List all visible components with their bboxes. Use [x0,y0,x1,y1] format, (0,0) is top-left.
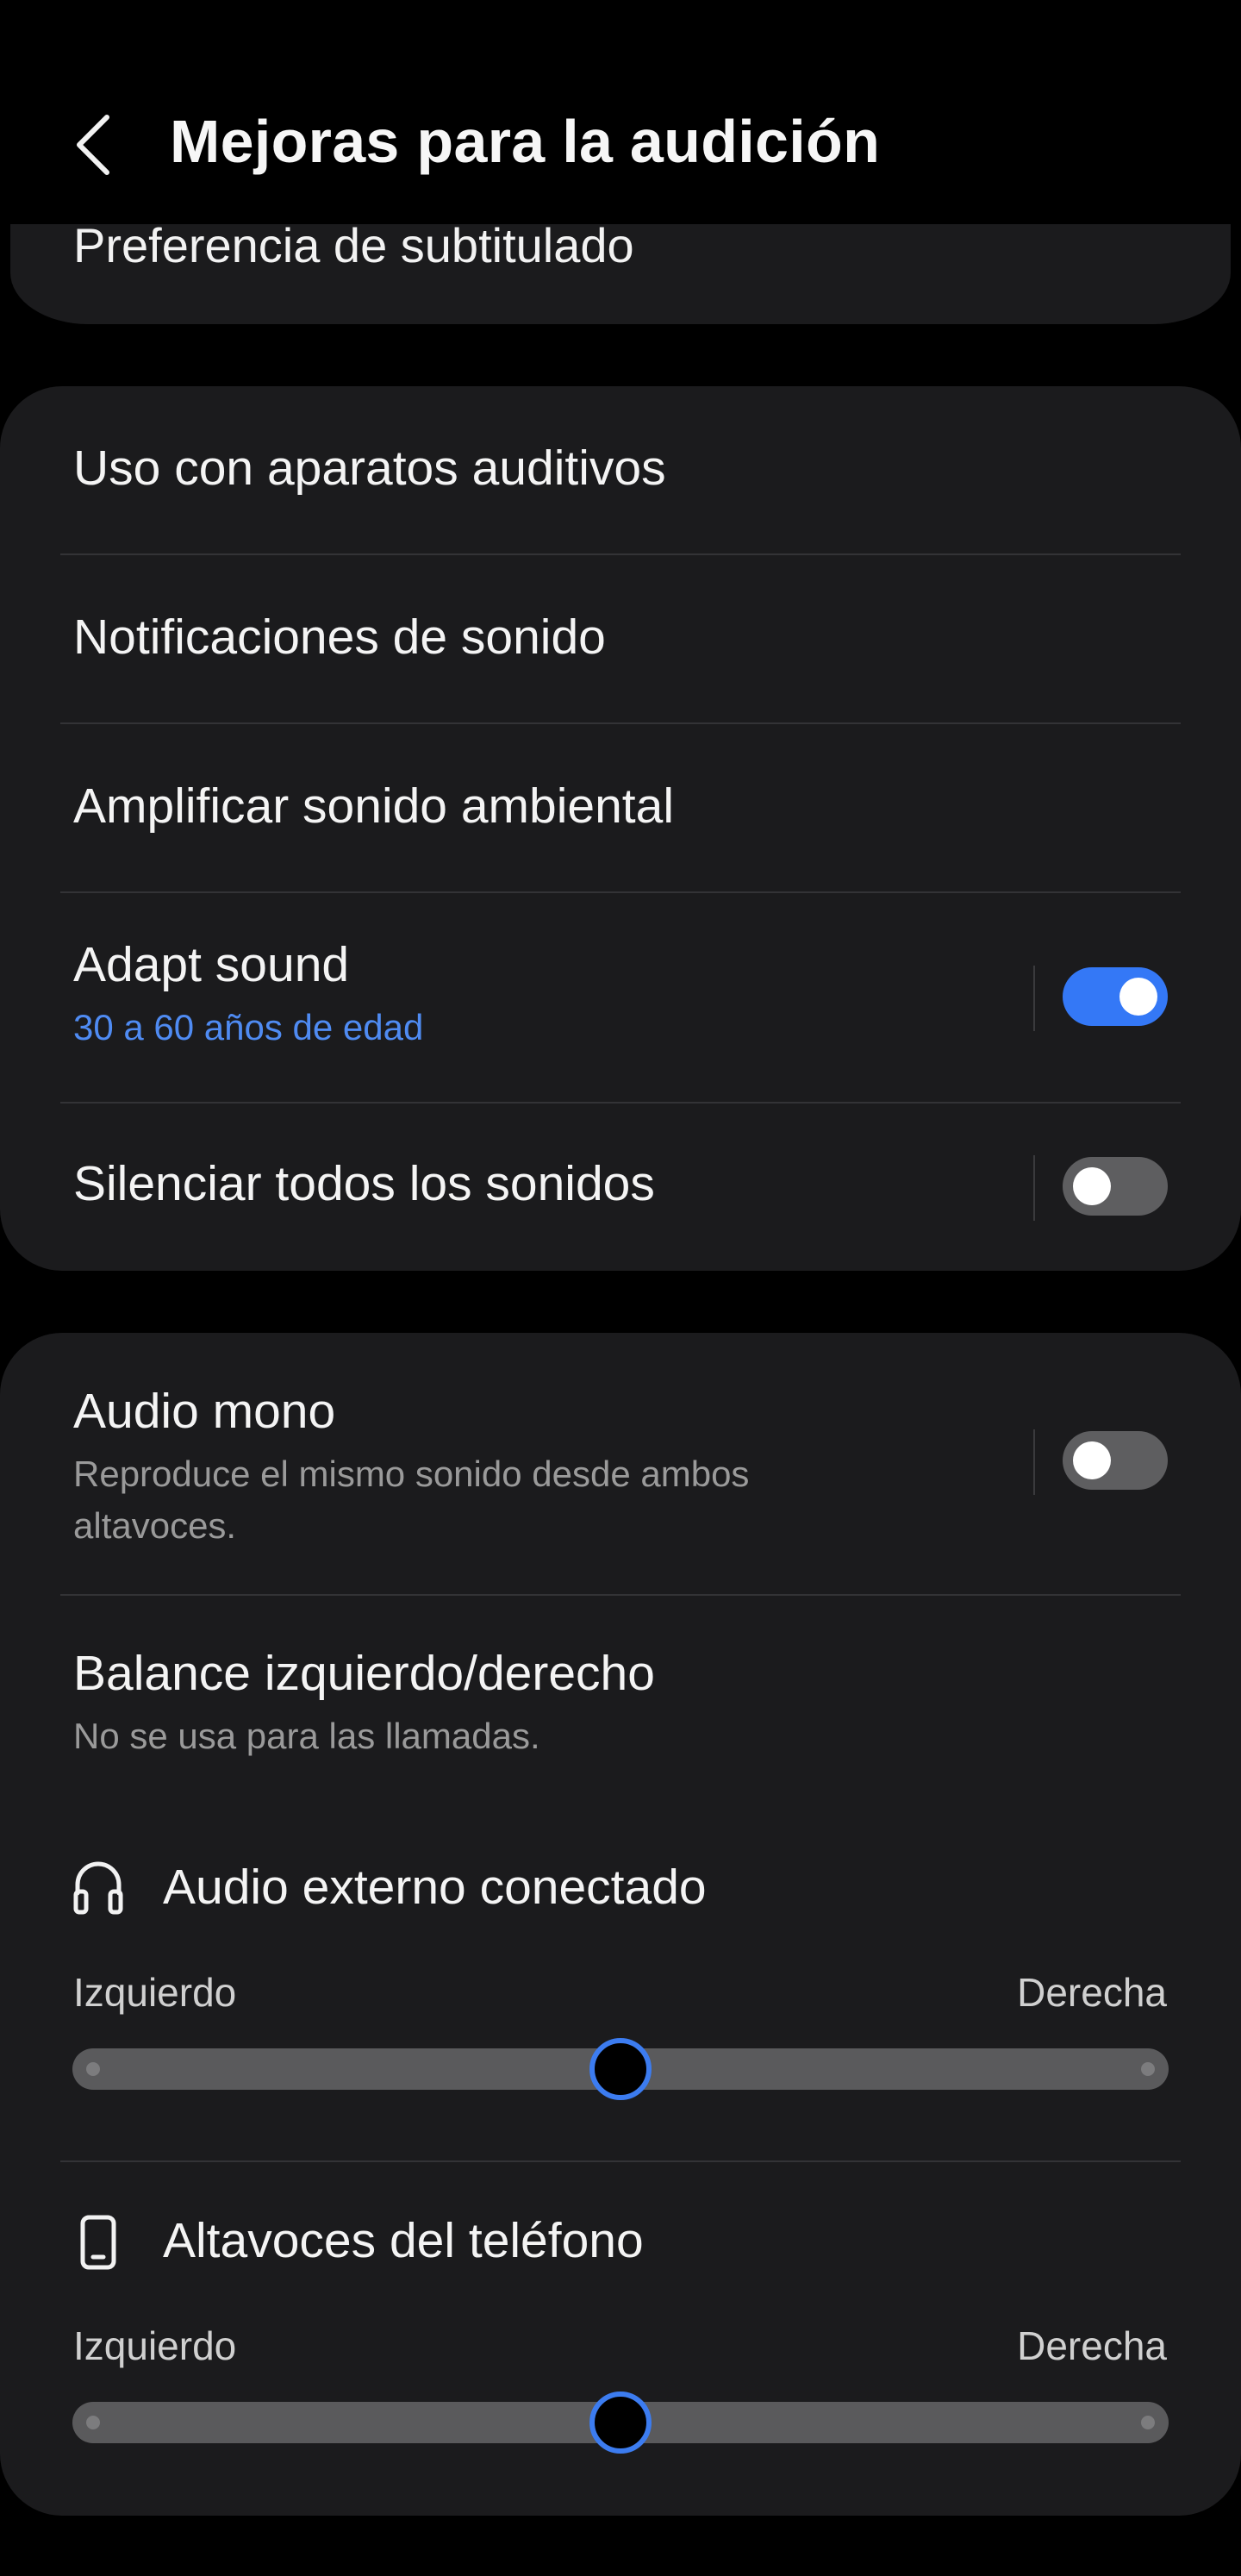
adapt-sound-label: Adapt sound [73,937,350,992]
amplify-ambient-label: Amplificar sonido ambiental [73,778,674,834]
mute-all-toggle[interactable] [1063,1157,1168,1216]
phone-icon [72,2212,124,2273]
audio-settings-group: Audio mono Reproduce el mismo sonido des… [0,1333,1241,2516]
separator [1033,1429,1035,1495]
sound-notifications-item[interactable]: Notificaciones de sonido [0,555,1241,724]
external-balance-slider[interactable] [72,2038,1169,2100]
hearing-aids-label: Uso con aparatos auditivos [73,441,666,496]
slider-min-dot [86,2062,100,2076]
headphones-icon [72,1857,124,1917]
mono-audio-subtitle: Reproduce el mismo sonido desde ambos al… [73,1454,750,1546]
slider-thumb[interactable] [589,2038,652,2100]
adapt-sound-subtitle: 30 a 60 años de edad [73,1007,424,1047]
sound-notifications-label: Notificaciones de sonido [73,610,606,665]
toggle-knob [1119,978,1157,1016]
separator [1033,1155,1035,1221]
external-right-label: Derecha [1017,1970,1167,2015]
phone-right-label: Derecha [1017,2323,1167,2368]
divider [60,1594,1181,1596]
balance-label: Balance izquierdo/derecho [73,1646,655,1701]
app-header: Mejoras para la audición [0,0,1241,224]
balance-item: Balance izquierdo/derecho No se usa para… [0,1597,1241,1769]
slider-max-dot [1141,2416,1155,2429]
amplify-ambient-item[interactable]: Amplificar sonido ambiental [0,724,1241,893]
adapt-sound-item[interactable]: Adapt sound 30 a 60 años de edad [0,893,1241,1104]
external-audio-label: Audio externo conectado [163,1860,707,1915]
hearing-settings-group: Uso con aparatos auditivos Notificacione… [0,386,1241,1271]
slider-thumb[interactable] [589,2392,652,2454]
caption-preference-label: Preferencia de subtitulado [73,218,634,272]
phone-left-label: Izquierdo [73,2323,237,2368]
slider-min-dot [86,2416,100,2429]
page-title: Mejoras para la audición [170,108,881,175]
mute-all-item[interactable]: Silenciar todos los sonidos [0,1104,1241,1271]
mono-audio-toggle[interactable] [1063,1431,1168,1490]
phone-speakers-label: Altavoces del teléfono [163,2213,644,2268]
mono-audio-label: Audio mono [73,1384,336,1439]
phone-balance-slider[interactable] [72,2392,1169,2454]
slider-max-dot [1141,2062,1155,2076]
external-left-label: Izquierdo [73,1970,237,2015]
divider [60,2160,1181,2162]
hearing-aids-item[interactable]: Uso con aparatos auditivos [0,386,1241,555]
mono-audio-item[interactable]: Audio mono Reproduce el mismo sonido des… [0,1333,1241,1595]
separator [1033,966,1035,1031]
toggle-knob [1073,1167,1111,1205]
toggle-knob [1073,1441,1111,1479]
chevron-left-icon [77,115,109,175]
back-button[interactable] [69,112,121,178]
adapt-sound-toggle[interactable] [1063,967,1168,1026]
balance-subtitle: No se usa para las llamadas. [73,1716,540,1756]
mute-all-label: Silenciar todos los sonidos [73,1156,655,1211]
